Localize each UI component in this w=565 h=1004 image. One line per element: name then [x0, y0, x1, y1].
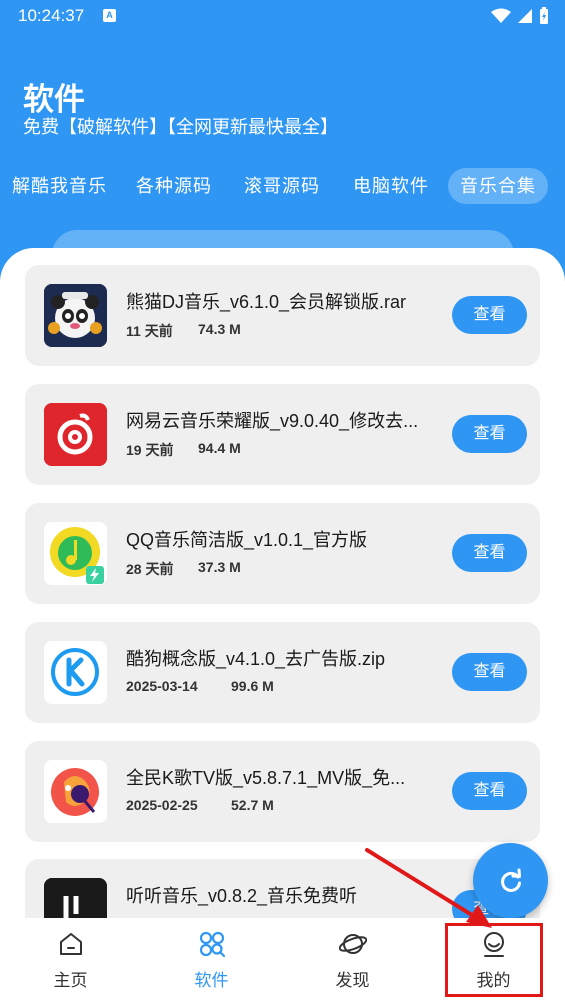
refresh-icon — [501, 868, 521, 892]
item-title: 网易云音乐荣耀版_v9.0.40_修改去... — [126, 411, 419, 431]
item-date: 11 天前 — [126, 323, 173, 339]
status-icons — [491, 7, 549, 25]
panda-dj-icon — [44, 284, 107, 347]
home-icon — [60, 933, 82, 955]
netease-music-icon — [44, 403, 107, 466]
item-date: 2025-02-25 — [126, 797, 198, 813]
item-title: 熊猫DJ音乐_v6.1.0_会员解锁版.rar — [126, 292, 407, 312]
refresh-button[interactable] — [473, 843, 548, 918]
item-title: 酷狗概念版_v4.1.0_去广告版.zip — [126, 649, 386, 669]
page-subtitle: 免费【破解软件】【全网更新最快最全】 — [23, 117, 338, 137]
tab-source-code[interactable]: 各种源码 — [136, 168, 212, 204]
list-item[interactable]: 听听音乐_v0.8.2_音乐免费听 查看 — [25, 859, 540, 920]
nav-label: 发现 — [335, 971, 370, 990]
annotation-highlight-box — [445, 923, 543, 997]
item-title: 全民K歌TV版_v5.8.7.1_MV版_免... — [126, 768, 406, 788]
item-date: 2025-03-14 — [126, 678, 198, 694]
category-tabs: 解酷我音乐 各种源码 滚哥源码 电脑软件 音乐合集 — [0, 168, 565, 206]
tab-pc-software[interactable]: 电脑软件 — [353, 168, 429, 204]
status-bar: 10:24:37 A — [0, 0, 565, 32]
view-button[interactable]: 查看 — [452, 772, 527, 810]
wesing-icon — [44, 760, 107, 823]
tab-kuwo[interactable]: 解酷我音乐 — [12, 168, 107, 204]
status-time: 10:24:37 — [18, 6, 85, 25]
kugou-icon — [44, 641, 107, 704]
item-size: 74.3 M — [198, 321, 241, 337]
item-title: 听听音乐_v0.8.2_音乐免费听 — [126, 886, 358, 906]
content-sheet: 熊猫DJ音乐_v6.1.0_会员解锁版.rar 11 天前 74.3 M 查看 … — [0, 248, 565, 920]
view-button[interactable]: 查看 — [452, 296, 527, 334]
battery-icon — [540, 7, 548, 24]
tingting-icon — [44, 878, 107, 920]
list-item[interactable]: 酷狗概念版_v4.1.0_去广告版.zip 2025-03-14 99.6 M … — [25, 622, 540, 723]
list-item[interactable]: QQ音乐简洁版_v1.0.1_官方版 28 天前 37.3 M 查看 — [25, 503, 540, 604]
item-date: 28 天前 — [126, 561, 174, 577]
nav-label: 软件 — [194, 971, 229, 990]
item-size: 94.4 M — [198, 440, 241, 456]
list-item[interactable]: 熊猫DJ音乐_v6.1.0_会员解锁版.rar 11 天前 74.3 M 查看 — [25, 265, 540, 366]
notification-icon: A — [103, 9, 116, 22]
view-button[interactable]: 查看 — [452, 415, 527, 453]
nav-label: 主页 — [53, 971, 88, 990]
item-date: 19 天前 — [126, 442, 174, 458]
nav-discover[interactable]: 发现 — [282, 918, 423, 1004]
nav-home[interactable]: 主页 — [0, 918, 141, 1004]
list-item[interactable]: 网易云音乐荣耀版_v9.0.40_修改去... 19 天前 94.4 M 查看 — [25, 384, 540, 485]
item-size: 99.6 M — [231, 678, 274, 694]
tab-gunge-source[interactable]: 滚哥源码 — [244, 168, 320, 204]
item-size: 37.3 M — [198, 559, 241, 575]
wifi-icon — [491, 8, 511, 23]
nav-software[interactable]: 软件 — [141, 918, 282, 1004]
list-item[interactable]: 全民K歌TV版_v5.8.7.1_MV版_免... 2025-02-25 52.… — [25, 741, 540, 842]
item-title: QQ音乐简洁版_v1.0.1_官方版 — [126, 530, 368, 550]
tab-music-collection[interactable]: 音乐合集 — [448, 168, 548, 204]
planet-icon — [339, 934, 367, 954]
apps-icon — [199, 931, 226, 958]
signal-icon — [518, 9, 532, 23]
qq-music-icon — [44, 522, 107, 585]
view-button[interactable]: 查看 — [452, 534, 527, 572]
item-size: 52.7 M — [231, 797, 274, 813]
view-button[interactable]: 查看 — [452, 653, 527, 691]
